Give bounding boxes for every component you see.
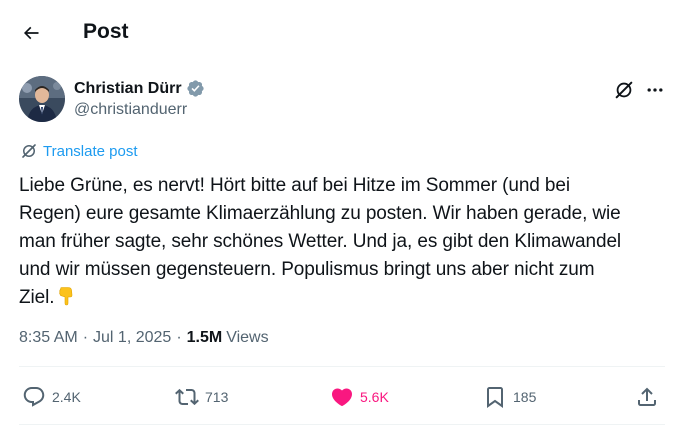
tweet-text: Liebe Grüne, es nervt! Hört bitte auf be… [19, 172, 669, 312]
more-horizontal-icon [647, 88, 663, 92]
grok-button[interactable] [611, 77, 637, 103]
bookmark-icon [487, 387, 503, 408]
divider [19, 424, 665, 425]
author-name[interactable]: Christian Dürr [74, 80, 182, 98]
views-count: 1.5M [186, 329, 223, 346]
author-handle[interactable]: @christianduerr [74, 101, 187, 119]
like-count: 5.6K [360, 389, 389, 405]
divider [19, 366, 665, 367]
pointing-down-emoji-icon [56, 286, 76, 306]
share-icon [638, 387, 656, 406]
page-title: Post [83, 20, 129, 43]
tweet-text-last-line: Ziel. [19, 284, 669, 312]
reply-button[interactable]: 2.4K [22, 377, 81, 417]
tweet-meta: 8:35 AM · Jul 1, 2025 · 1.5M Views [19, 329, 269, 347]
meta-separator: · [82, 329, 89, 346]
repost-count: 713 [205, 389, 229, 405]
grok-icon [615, 81, 633, 99]
repost-icon [175, 388, 199, 406]
views-label: Views [226, 329, 269, 346]
tweet-text-line: Ziel. [19, 287, 55, 308]
grok-icon [22, 144, 36, 158]
tweet-text-line: und wir müssen gegensteuern. Populismus … [19, 259, 595, 280]
reply-count: 2.4K [52, 389, 81, 405]
back-button[interactable] [14, 16, 48, 50]
tweet-time[interactable]: 8:35 AM [19, 329, 78, 347]
tweet-actions: 2.4K 713 5.6K 185 [0, 377, 684, 417]
arrow-left-icon [23, 26, 39, 40]
like-button[interactable]: 5.6K [330, 377, 389, 417]
repost-button[interactable]: 713 [175, 377, 228, 417]
tweet-date[interactable]: Jul 1, 2025 [93, 329, 171, 347]
meta-separator: · [176, 329, 182, 346]
translate-post-label: Translate post [43, 142, 138, 160]
avatar[interactable] [19, 76, 65, 122]
reply-icon [23, 387, 45, 407]
heart-filled-icon [331, 388, 353, 407]
translate-post-link[interactable]: Translate post [20, 142, 138, 160]
bookmark-count: 185 [513, 389, 537, 405]
bookmark-button[interactable]: 185 [483, 377, 536, 417]
author-name-row: Christian Dürr [74, 79, 205, 98]
verified-badge-icon [186, 79, 205, 98]
page-header: Post [0, 0, 684, 66]
tweet-text-line: man früher sagte, sehr schönes Wetter. U… [19, 231, 622, 252]
more-options-button[interactable] [642, 77, 668, 103]
tweet-text-line: Regen) eure gesamte Klimaerzählung zu po… [19, 203, 621, 224]
share-button[interactable] [635, 377, 659, 417]
tweet-text-line: Liebe Grüne, es nervt! Hört bitte auf be… [19, 175, 570, 196]
